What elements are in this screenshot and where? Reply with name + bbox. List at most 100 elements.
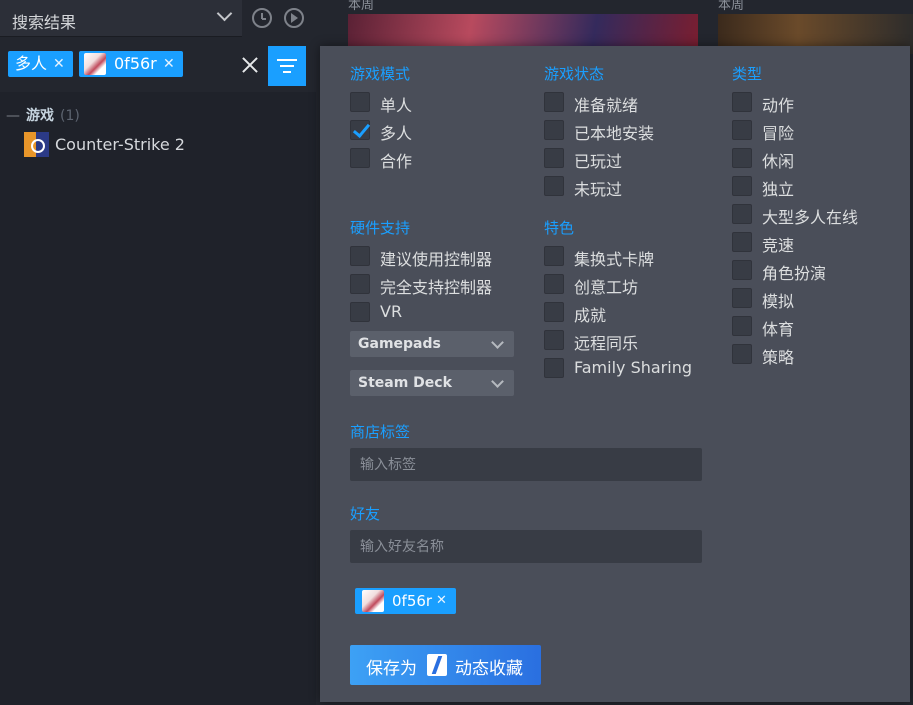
checkbox-label: 大型多人在线: [762, 208, 859, 227]
checkbox-label: 冒险: [762, 124, 795, 143]
checkbox-genre-mmo[interactable]: 大型多人在线: [732, 204, 882, 227]
chevron-down-icon: [216, 5, 233, 22]
collection-dropdown[interactable]: 搜索结果: [0, 0, 242, 37]
selected-friend-chip[interactable]: 0f56r ✕: [355, 588, 456, 614]
remove-chip-icon[interactable]: ✕: [436, 588, 447, 614]
lightning-icon: [427, 654, 447, 676]
checkbox[interactable]: [732, 316, 752, 336]
checkbox[interactable]: [544, 274, 564, 294]
checkbox-installed[interactable]: 已本地安装: [544, 120, 684, 143]
checkbox[interactable]: [732, 204, 752, 224]
remove-chip-icon[interactable]: ✕: [163, 51, 175, 77]
checkbox[interactable]: [350, 274, 370, 294]
checkbox[interactable]: [544, 302, 564, 322]
checkbox-genre-sports[interactable]: 体育: [732, 316, 882, 339]
checkbox-genre-casual[interactable]: 休闲: [732, 148, 882, 171]
checkbox-label: 单人: [380, 96, 413, 115]
checkbox[interactable]: [732, 176, 752, 196]
checkbox-label: 远程同乐: [574, 334, 639, 353]
checkbox-genre-simulation[interactable]: 模拟: [732, 288, 882, 311]
checkbox-genre-racing[interactable]: 竞速: [732, 232, 882, 255]
section-title-friends: 好友: [350, 505, 381, 523]
checkbox-label: 策略: [762, 348, 795, 367]
filter-chip-friend[interactable]: 0f56r ✕: [79, 51, 183, 77]
filter-chip-label: 多人: [15, 54, 48, 73]
section-title-game-status: 游戏状态: [544, 65, 605, 83]
section-title-features: 特色: [544, 219, 575, 237]
section-title-hardware: 硬件支持: [350, 219, 411, 237]
save-dynamic-collection-button[interactable]: 保存为 动态收藏: [350, 645, 541, 685]
checkbox[interactable]: [544, 246, 564, 266]
checkbox-played[interactable]: 已玩过: [544, 148, 684, 171]
remove-chip-icon[interactable]: ✕: [53, 51, 65, 77]
store-tag-input[interactable]: [350, 448, 702, 481]
checkbox[interactable]: [544, 176, 564, 196]
checkbox-full-controller[interactable]: 完全支持控制器: [350, 274, 510, 297]
filter-chip-multiplayer[interactable]: 多人 ✕: [8, 51, 73, 77]
checkbox-label: 创意工坊: [574, 278, 639, 297]
checkbox-single-player[interactable]: 单人: [350, 92, 450, 115]
checkbox-remote-play[interactable]: 远程同乐: [544, 330, 694, 353]
checkbox[interactable]: [350, 302, 370, 322]
checkbox-trading-cards[interactable]: 集换式卡牌: [544, 246, 694, 269]
checkbox-co-op[interactable]: 合作: [350, 148, 450, 171]
checkbox-vr[interactable]: VR: [350, 302, 510, 324]
friend-name-input[interactable]: [350, 530, 702, 563]
checkbox-family-sharing[interactable]: Family Sharing: [544, 358, 694, 380]
library-sidebar: 搜索结果 多人 ✕ 0f56r ✕ — 游戏 (1) Counter-Strike …: [0, 0, 316, 705]
checkbox[interactable]: [350, 148, 370, 168]
checkbox-achievements[interactable]: 成就: [544, 302, 694, 325]
checkbox[interactable]: [732, 232, 752, 252]
save-button-label-suffix: 动态收藏: [455, 659, 523, 679]
checkbox[interactable]: [732, 120, 752, 140]
checkbox-controller-recommended[interactable]: 建议使用控制器: [350, 246, 510, 269]
clock-icon[interactable]: [252, 8, 272, 28]
checkbox-label: 完全支持控制器: [380, 278, 493, 297]
checkbox-genre-indie[interactable]: 独立: [732, 176, 882, 199]
game-group-header[interactable]: — 游戏 (1): [6, 105, 80, 125]
checkbox-label: 建议使用控制器: [380, 250, 493, 269]
checkbox-multiplayer[interactable]: 多人: [350, 120, 450, 143]
checkbox[interactable]: [732, 288, 752, 308]
checkbox[interactable]: [544, 358, 564, 378]
checkbox-label: 动作: [762, 96, 795, 115]
filter-button[interactable]: [268, 46, 306, 86]
checkbox[interactable]: [350, 246, 370, 266]
checkbox-genre-adventure[interactable]: 冒险: [732, 120, 882, 143]
checkbox-label: 休闲: [762, 152, 795, 171]
checkbox[interactable]: [732, 92, 752, 112]
checkbox-label: 合作: [380, 152, 413, 171]
steam-deck-select[interactable]: Steam Deck: [350, 370, 514, 396]
close-icon[interactable]: [240, 55, 260, 75]
group-count: (1): [60, 108, 80, 124]
checkbox-ready-to-play[interactable]: 准备就绪: [544, 92, 684, 115]
checkbox[interactable]: [350, 92, 370, 112]
checkbox-label: 竞速: [762, 236, 795, 255]
checkbox-genre-strategy[interactable]: 策略: [732, 344, 882, 367]
list-item[interactable]: Counter-Strike 2: [0, 130, 316, 160]
checkbox[interactable]: [544, 330, 564, 350]
play-icon[interactable]: [284, 8, 304, 28]
checkbox[interactable]: [732, 148, 752, 168]
select-value: Gamepads: [358, 336, 441, 352]
checkbox[interactable]: [544, 148, 564, 168]
checkbox[interactable]: [544, 120, 564, 140]
checkbox-genre-rpg[interactable]: 角色扮演: [732, 260, 882, 283]
filter-chip-label: 0f56r: [114, 54, 157, 73]
checkbox[interactable]: [732, 260, 752, 280]
checkbox-label: VR: [380, 302, 403, 321]
checkbox[interactable]: [544, 92, 564, 112]
filter-icon: [283, 71, 291, 73]
checkbox-workshop[interactable]: 创意工坊: [544, 274, 694, 297]
avatar: [84, 53, 106, 75]
checkbox-label: 未玩过: [574, 180, 623, 199]
checkbox-label: 体育: [762, 320, 795, 339]
checkbox[interactable]: [732, 344, 752, 364]
checkbox-checked[interactable]: [350, 120, 370, 140]
game-icon: [24, 132, 49, 157]
checkbox-genre-action[interactable]: 动作: [732, 92, 882, 115]
advanced-filter-panel: 游戏模式 单人 多人 合作 硬件支持 建议使用控制器 完全支持控制器 VR Ga…: [320, 46, 910, 702]
checkbox-unplayed[interactable]: 未玩过: [544, 176, 684, 199]
gamepads-select[interactable]: Gamepads: [350, 331, 514, 357]
shelf-label: 本周: [718, 0, 745, 13]
